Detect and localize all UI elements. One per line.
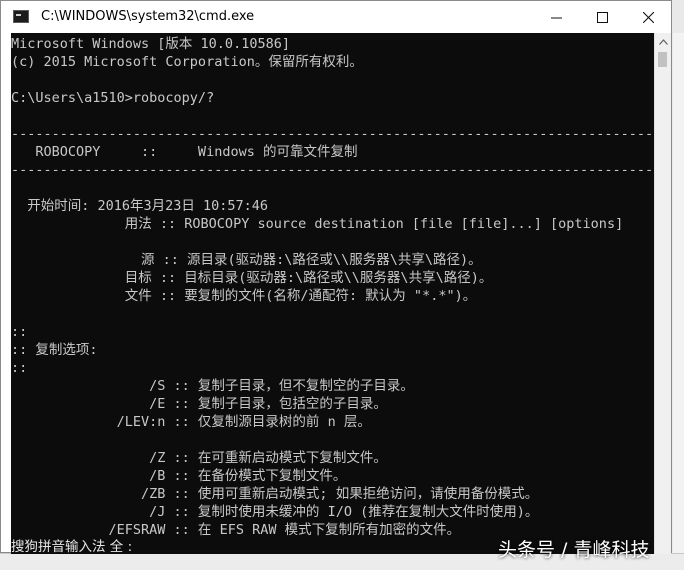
console-line: /S :: 复制子目录，但不复制空的子目录。 bbox=[11, 378, 414, 394]
console-line: /ZB :: 使用可重新启动模式; 如果拒绝访问，请使用备份模式。 bbox=[11, 486, 539, 502]
background-window-edge-right bbox=[673, 33, 684, 569]
chevron-up-icon bbox=[658, 38, 668, 45]
scrollbar-thumb[interactable] bbox=[658, 52, 667, 67]
console-line: /EFSRAW :: 在 EFS RAW 模式下复制所有加密的文件。 bbox=[11, 522, 461, 538]
title-bar[interactable]: C:\WINDOWS\system32\cmd.exe bbox=[1, 1, 671, 33]
console-line: /Z :: 在可重新启动模式下复制文件。 bbox=[11, 450, 387, 466]
console-line: /E :: 复制子目录，包括空的子目录。 bbox=[11, 396, 387, 412]
console-line: :: bbox=[11, 360, 28, 376]
minimize-icon bbox=[550, 17, 562, 18]
console-line: ----------------------------------------… bbox=[11, 162, 654, 178]
cmd-app-icon[interactable] bbox=[13, 10, 29, 23]
console-line: ROBOCOPY :: Windows 的可靠文件复制 bbox=[11, 144, 358, 160]
maximize-icon bbox=[596, 11, 608, 23]
console-line: 开始时间: 2016年3月23日 10:57:46 bbox=[11, 198, 269, 214]
console-line: :: bbox=[11, 324, 28, 340]
close-icon bbox=[642, 11, 654, 23]
cmd-window: C:\WINDOWS\system32\cmd.exe 搜狗拼音输入法 全 : … bbox=[0, 0, 672, 554]
console-line: C:\Users\a1510>robocopy/? bbox=[11, 90, 215, 106]
close-button[interactable] bbox=[625, 1, 671, 33]
ime-status-bar: 搜狗拼音输入法 全 : bbox=[11, 539, 133, 554]
console-line: :: 复制选项: bbox=[11, 342, 98, 358]
console-line: 用法 :: ROBOCOPY source destination [file … bbox=[11, 216, 624, 232]
console-line: 源 :: 源目录(驱动器:\路径或\\服务器\共享\路径)。 bbox=[11, 252, 482, 268]
console-line: /B :: 在备份模式下复制文件。 bbox=[11, 468, 347, 484]
console-line: 文件 :: 要复制的文件(名称/通配符: 默认为 "*.*")。 bbox=[11, 288, 477, 304]
scroll-up-button[interactable] bbox=[655, 33, 671, 50]
maximize-button[interactable] bbox=[579, 1, 625, 33]
console-line: /LEV:n :: 仅复制源目录树的前 n 层。 bbox=[11, 414, 371, 430]
window-title: C:\WINDOWS\system32\cmd.exe bbox=[41, 9, 255, 24]
vertical-scrollbar[interactable] bbox=[654, 33, 671, 554]
console-line: Microsoft Windows [版本 10.0.10586] bbox=[11, 36, 290, 52]
console-line: ----------------------------------------… bbox=[11, 126, 654, 142]
watermark: 头条号 / 青峰科技 bbox=[498, 539, 650, 561]
console-line: /J :: 复制时使用未缓冲的 I/O (推荐在复制大文件时使用)。 bbox=[11, 504, 539, 520]
console-line: 目标 :: 目标目录(驱动器:\路径或\\服务器\共享\路径)。 bbox=[11, 270, 493, 286]
minimize-button[interactable] bbox=[533, 1, 579, 33]
console-line: (c) 2015 Microsoft Corporation。保留所有权利。 bbox=[11, 54, 363, 70]
console-output[interactable]: 搜狗拼音输入法 全 : Microsoft Windows [版本 10.0.1… bbox=[11, 33, 654, 554]
